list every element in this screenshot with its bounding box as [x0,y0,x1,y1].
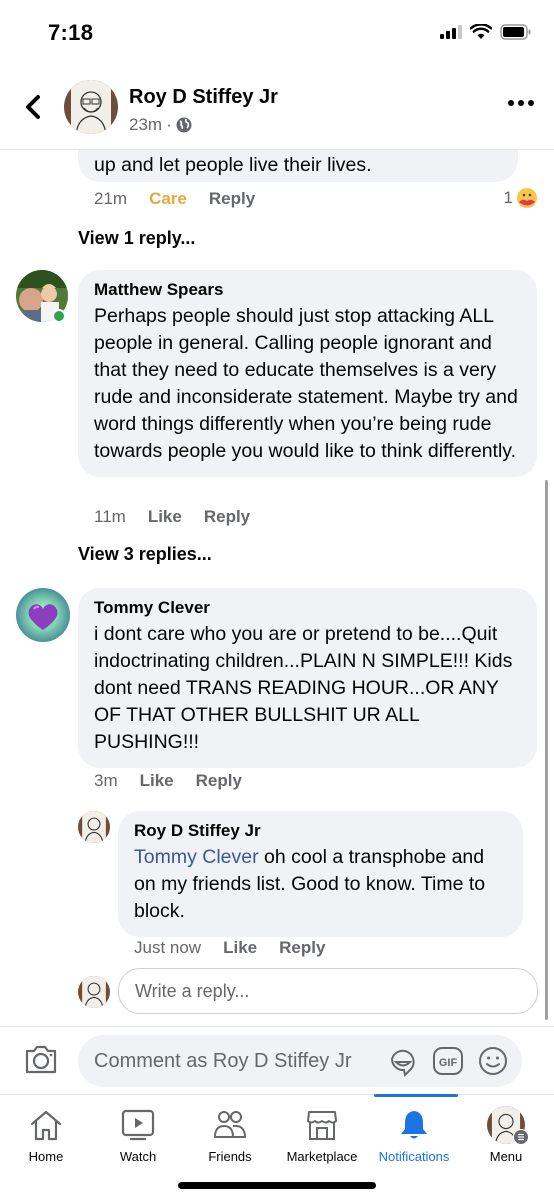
reply-button[interactable]: Reply [209,189,255,209]
svg-text:GIF: GIF [439,1057,458,1069]
marketplace-icon [307,1111,337,1140]
comment-text: up and let people live their lives. [94,154,372,176]
back-button[interactable] [18,92,48,122]
view-replies-link[interactable]: View 3 replies... [78,544,212,565]
comments-feed[interactable]: up and let people live their lives. 21m … [0,150,554,1026]
online-status-indicator [52,309,66,323]
bell-icon [401,1111,427,1139]
reaction-summary[interactable]: 1 [504,187,538,209]
author-avatar[interactable] [64,80,118,134]
reply-bubble: Roy D Stiffey Jr Tommy Clever oh cool a … [118,811,523,937]
camera-button[interactable] [24,1043,58,1080]
tab-label: Notifications [378,1149,450,1164]
watch-icon [121,1109,155,1141]
tab-label: Marketplace [286,1149,358,1164]
comment-actions: 21m Care Reply [94,189,255,209]
write-reply-input[interactable]: Write a reply... [118,968,538,1014]
tab-label: Home [28,1149,64,1164]
tab-label: Menu [489,1149,523,1164]
view-replies-link[interactable]: View 1 reply... [78,228,195,249]
gif-icon[interactable]: GIF [432,1046,464,1076]
reply-time: Just now [134,938,202,957]
reply-text: Tommy Clever oh cool a transphobe and on… [134,844,507,925]
home-indicator[interactable] [178,1182,376,1189]
home-icon [30,1110,62,1141]
comment-time: 21m [94,189,128,208]
camera-icon [25,1045,57,1074]
like-button[interactable]: Like [223,938,257,958]
wifi-icon [470,24,492,39]
comment-bubble: Matthew Spears Perhaps people should jus… [78,270,537,477]
composer-icons: GIF [388,1045,508,1077]
care-emoji-icon [517,188,537,208]
like-button[interactable]: Like [140,771,174,791]
reaction-count: 1 [503,188,513,207]
comment-bubble: up and let people live their lives. [78,150,518,182]
status-time: 7:18 [48,20,94,45]
emoji-icon[interactable] [478,1046,508,1076]
comment-author[interactable]: Tommy Clever [94,598,521,618]
reply-button[interactable]: Reply [196,771,242,791]
mention-link[interactable]: Tommy Clever [134,846,259,868]
tab-marketplace[interactable]: Marketplace [276,1095,368,1175]
commenter-avatar[interactable] [16,588,70,642]
post-meta: 23m · [129,115,192,135]
comment-text: i dont care who you are or pretend to be… [94,623,513,753]
tab-label: Watch [119,1149,157,1164]
comment-actions: 3m Like Reply [94,771,242,791]
scrollbar[interactable] [545,480,548,1020]
tab-friends[interactable]: Friends [184,1095,276,1175]
comment-author[interactable]: Matthew Spears [94,280,521,300]
care-reaction-button[interactable]: Care [149,189,187,209]
meta-separator: · [166,115,172,134]
reply-button[interactable]: Reply [279,938,325,958]
post-timestamp: 23m [129,115,163,134]
comment-placeholder: Comment as Roy D Stiffey Jr [94,1049,352,1072]
sticker-icon[interactable] [388,1045,418,1077]
current-user-avatar [78,976,110,1008]
tab-menu[interactable]: Menu [460,1095,552,1175]
write-reply-placeholder: Write a reply... [135,980,250,1001]
reply-button[interactable]: Reply [204,507,250,527]
tab-home[interactable]: Home [0,1095,92,1175]
comment-actions: 11m Like Reply [94,507,250,527]
tab-notifications[interactable]: Notifications [368,1095,460,1175]
tab-label: Friends [208,1149,252,1164]
like-button[interactable]: Like [148,507,182,527]
comment-bubble: Tommy Clever i dont care who you are or … [78,588,537,768]
battery-icon [500,24,531,40]
comment-time: 3m [94,771,118,790]
status-bar: 7:18 [0,0,554,70]
reply-actions: Just now Like Reply [134,938,325,958]
cellular-signal-icon [440,25,462,39]
globe-icon [176,117,192,133]
chevron-left-icon [26,95,40,119]
comment-text: Perhaps people should just stop attackin… [94,305,518,462]
status-icons [440,24,532,40]
tab-watch[interactable]: Watch [92,1095,184,1175]
post-author-name[interactable]: Roy D Stiffey Jr [129,86,278,109]
comment-time: 11m [94,507,126,526]
comment-composer: Comment as Roy D Stiffey Jr GIF [0,1026,554,1094]
reply-author-avatar[interactable] [78,811,110,843]
friends-icon [214,1111,246,1138]
reply-author[interactable]: Roy D Stiffey Jr [134,821,507,841]
hamburger-badge-icon [513,1129,529,1145]
more-options-button[interactable] [508,100,534,106]
post-header: Roy D Stiffey Jr 23m · [0,70,554,150]
